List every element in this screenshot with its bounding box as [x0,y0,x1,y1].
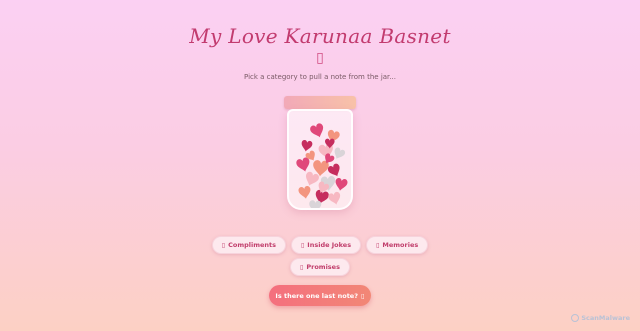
ring-icon: ▯ [300,263,304,271]
laugh-icon: ▯ [300,241,305,249]
jar-lid [284,96,356,109]
jar-heart [300,139,313,153]
jar-heart [334,177,349,192]
jar-heart [327,191,343,207]
category-memories-button[interactable]: ▯ Memories [366,236,429,254]
scanmalware-logo-icon [571,314,580,322]
jar-heart [302,170,321,189]
jar-heart [309,122,327,140]
note-jar[interactable] [282,96,358,212]
jar-heart [326,162,343,179]
last-note-label: Is there one last note? [275,291,358,300]
watermark-text: ScanMalware [581,314,630,322]
category-inside-jokes-button[interactable]: ▯ Inside Jokes [290,236,362,254]
category-row-1: ▯ Compliments ▯ Inside Jokes ▯ Memories [0,236,640,254]
page-title: My Love Karunaa Basnet [189,24,451,48]
heart-icon: ▯ [361,291,365,300]
jar-heart [295,156,312,174]
last-note-button[interactable]: Is there one last note? ▯ [269,285,371,306]
category-row-2: ▯ Promises [0,258,640,276]
category-label: Inside Jokes [307,241,352,249]
page-subtitle: Pick a category to pull a note from the … [244,73,396,81]
jar-hearts [295,122,349,208]
watermark: ScanMalware [571,314,630,322]
category-label: Compliments [228,241,276,249]
sparkle-icon: ▯ [221,241,226,249]
category-compliments-button[interactable]: ▯ Compliments [211,236,286,254]
jar-heart [308,199,322,208]
category-promises-button[interactable]: ▯ Promises [290,258,350,276]
category-label: Promises [306,263,340,271]
heart-icon: ▯ [316,50,324,66]
camera-icon: ▯ [376,241,380,249]
jar-heart [297,185,312,200]
category-label: Memories [382,241,419,249]
jar-body [287,109,353,210]
